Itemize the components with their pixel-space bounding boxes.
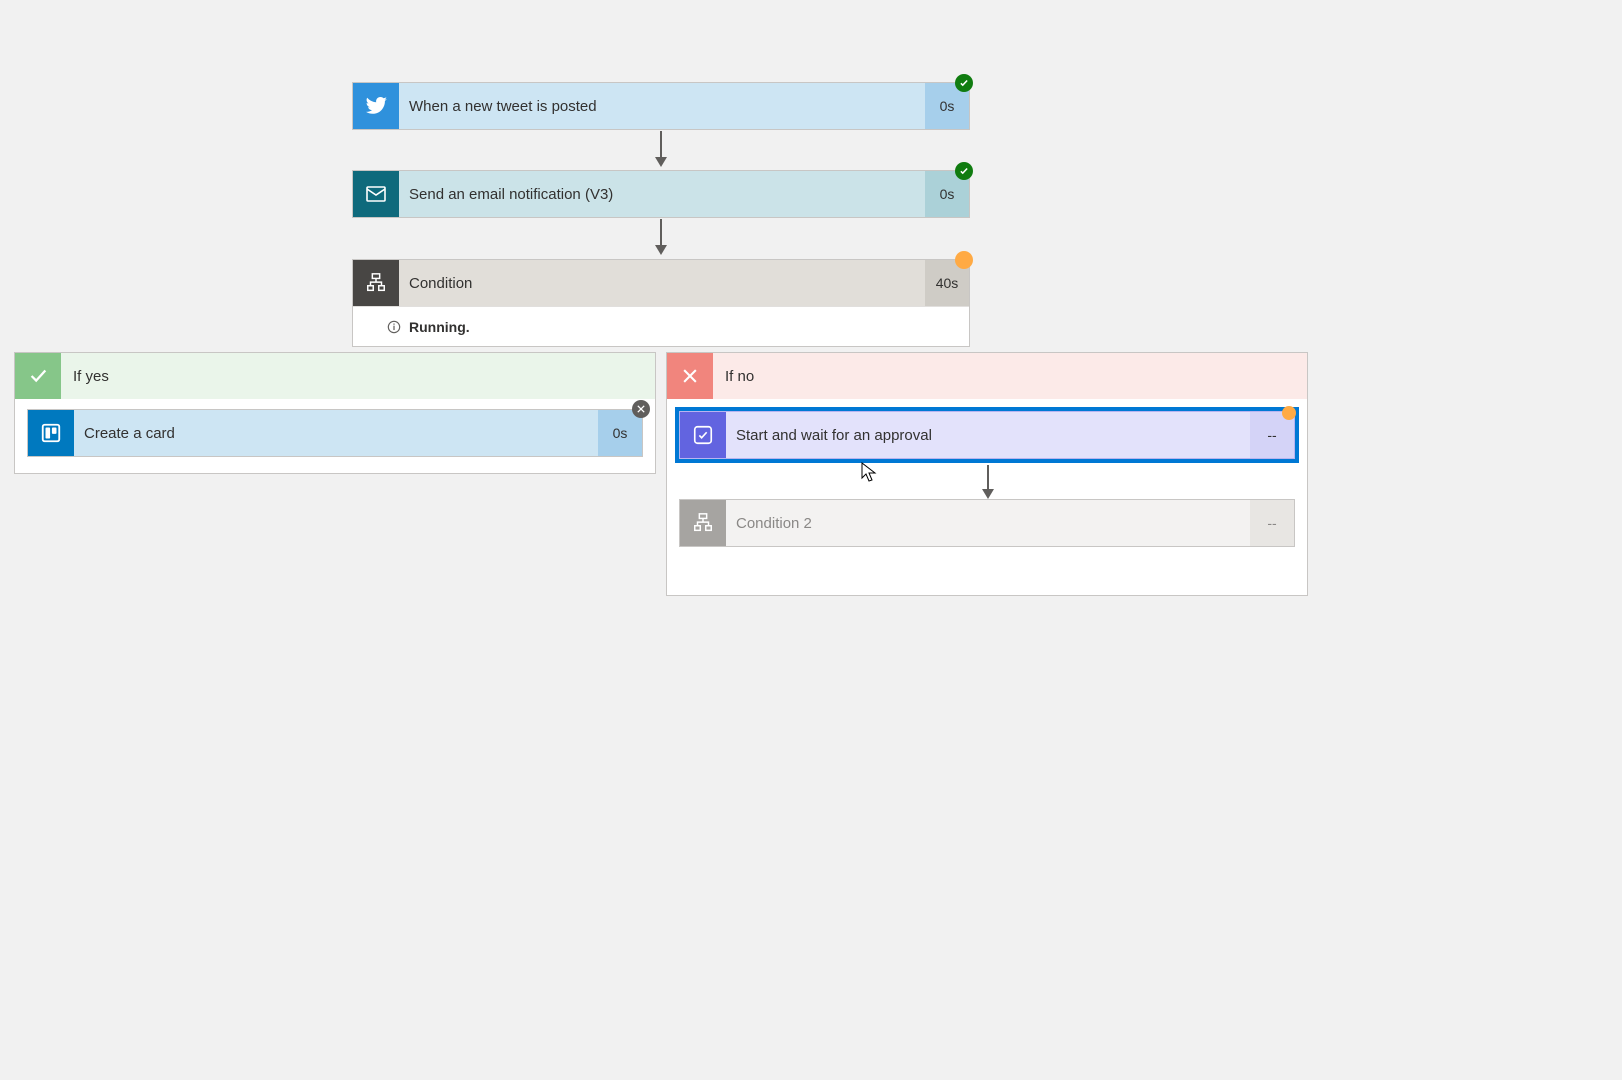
- step-duration: 0s: [598, 410, 642, 456]
- step-label: Condition: [409, 275, 472, 292]
- step-duration: --: [1250, 500, 1294, 546]
- running-badge-icon: [955, 251, 973, 269]
- step-email-action[interactable]: Send an email notification (V3) 0s: [352, 170, 970, 218]
- branch-if-no: If no Start and wait for an approval -- …: [666, 352, 1308, 596]
- condition-status-bar: Running.: [353, 306, 969, 346]
- twitter-icon: [353, 83, 399, 129]
- running-badge-icon: [1282, 406, 1296, 420]
- step-tweet-trigger[interactable]: When a new tweet is posted 0s: [352, 82, 970, 130]
- flow-arrow-icon: [660, 131, 662, 159]
- step-condition[interactable]: Condition 40s Running.: [352, 259, 970, 347]
- info-icon: [387, 320, 401, 334]
- branch-no-header[interactable]: If no: [667, 353, 1307, 399]
- success-badge-icon: [955, 74, 973, 92]
- step-label: Send an email notification (V3): [409, 186, 613, 203]
- condition-icon: [353, 260, 399, 306]
- status-text: Running.: [409, 319, 470, 335]
- trello-icon: [28, 410, 74, 456]
- step-condition-2-disabled: Condition 2 --: [679, 499, 1295, 547]
- branch-title: If no: [713, 368, 754, 385]
- branch-if-yes: If yes Create a card 0s: [14, 352, 656, 474]
- step-label: Create a card: [84, 425, 175, 442]
- branch-yes-header[interactable]: If yes: [15, 353, 655, 399]
- cancel-badge-icon[interactable]: [632, 400, 650, 418]
- step-label: When a new tweet is posted: [409, 98, 597, 115]
- step-trello-create-card[interactable]: Create a card 0s: [27, 409, 643, 457]
- condition-icon: [680, 500, 726, 546]
- flow-arrow-icon: [660, 219, 662, 247]
- branch-title: If yes: [61, 368, 109, 385]
- close-icon: [667, 353, 713, 399]
- approval-icon: [680, 412, 726, 458]
- step-approval-selected[interactable]: Start and wait for an approval --: [675, 407, 1299, 463]
- success-badge-icon: [955, 162, 973, 180]
- flow-arrow-icon: [987, 465, 989, 491]
- step-label: Condition 2: [736, 515, 812, 532]
- step-label: Start and wait for an approval: [736, 427, 932, 444]
- email-icon: [353, 171, 399, 217]
- check-icon: [15, 353, 61, 399]
